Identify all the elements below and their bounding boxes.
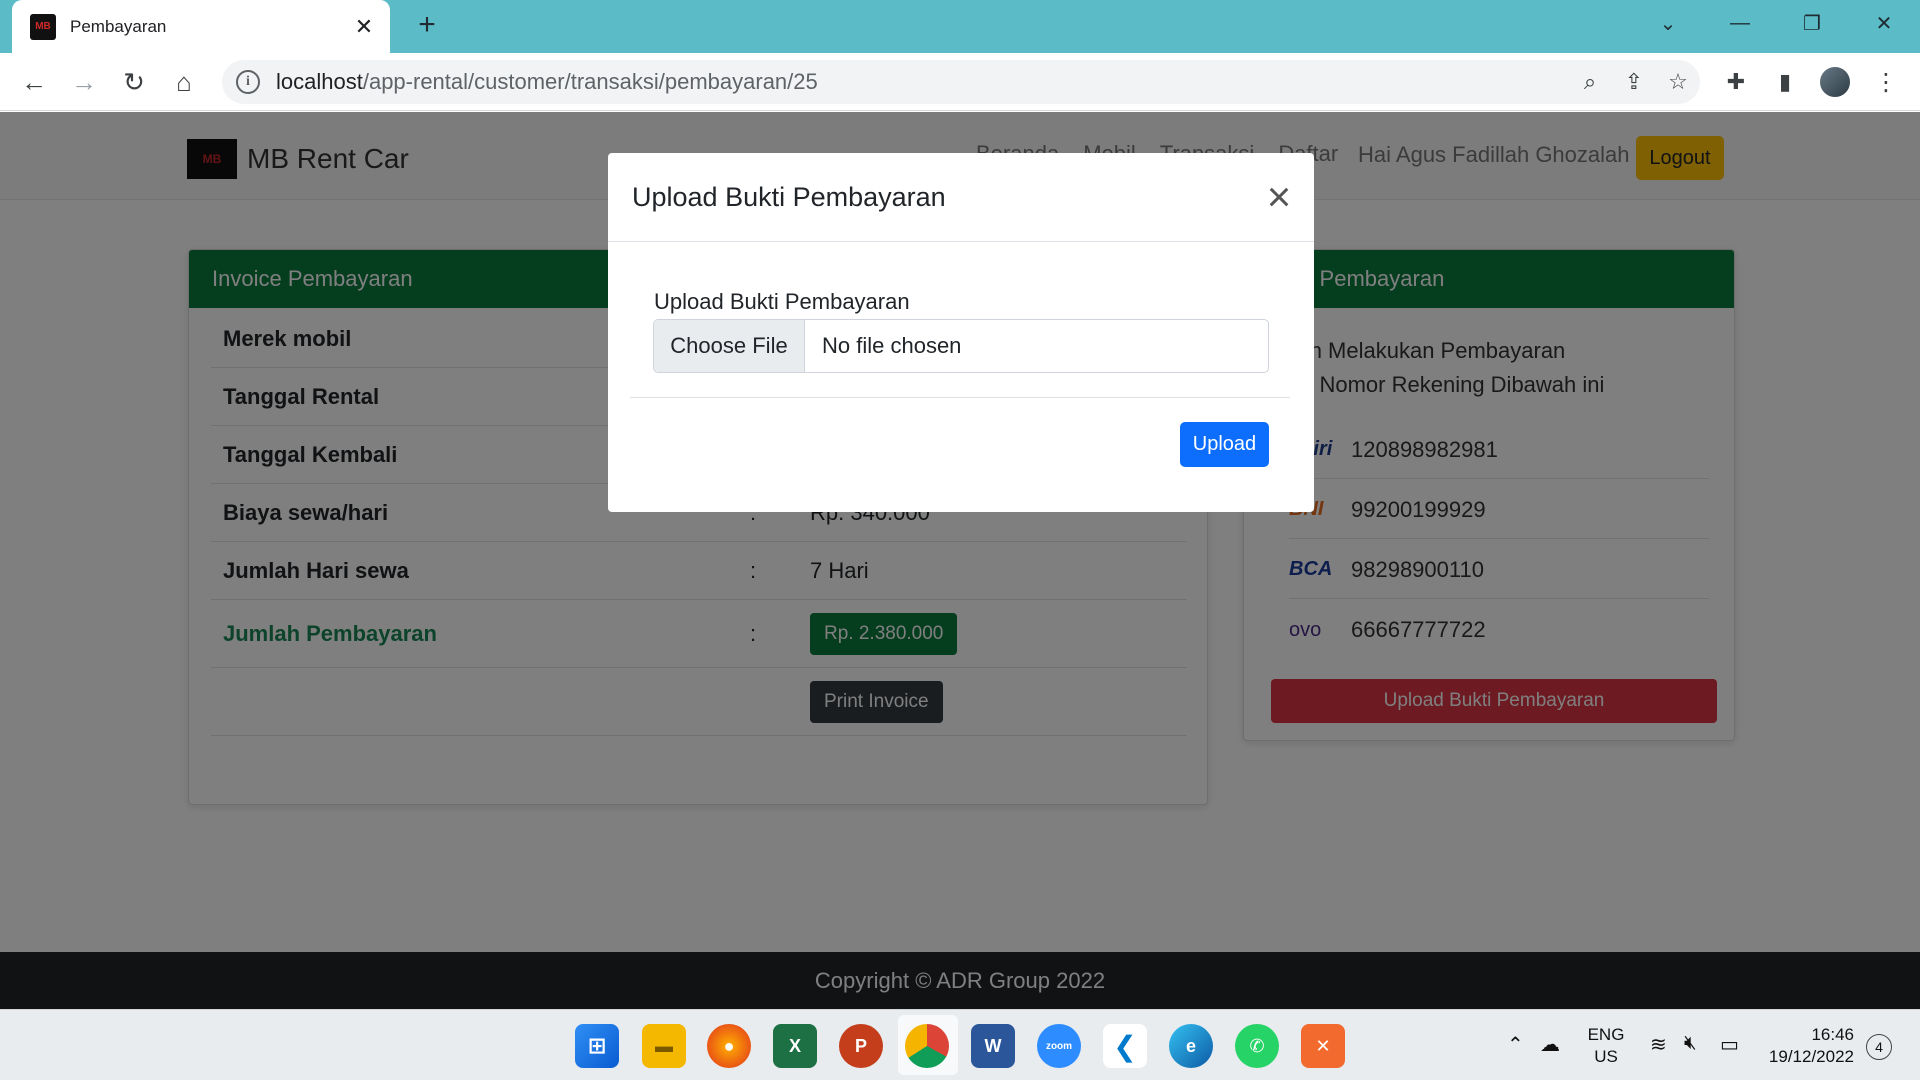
bookmark-star-icon[interactable]: ☆ xyxy=(1656,60,1700,104)
home-icon[interactable]: ⌂ xyxy=(166,64,202,100)
url-path: /app-rental/customer/transaksi/pembayara… xyxy=(362,69,818,94)
upload-modal: Upload Bukti Pembayaran × Upload Bukti P… xyxy=(608,153,1314,512)
onedrive-icon[interactable]: ☁ xyxy=(1540,1032,1560,1057)
word-icon[interactable]: W xyxy=(971,1024,1015,1068)
xampp-icon[interactable]: ✕ xyxy=(1301,1024,1345,1068)
tray-overflow-icon[interactable]: ⌃ xyxy=(1507,1032,1524,1057)
share-icon[interactable]: ⇪ xyxy=(1612,60,1656,104)
tab-favicon: MB xyxy=(30,13,56,40)
modal-divider xyxy=(630,397,1290,398)
notification-badge[interactable]: 4 xyxy=(1866,1034,1892,1060)
file-status: No file chosen xyxy=(822,333,962,358)
modal-header: Upload Bukti Pembayaran × xyxy=(608,153,1314,242)
chrome-icon[interactable] xyxy=(905,1024,949,1068)
firefox-icon[interactable]: ● xyxy=(707,1024,751,1068)
os-taskbar: ⊞ ▬ ● X P W zoom ❮ e ✆ ✕ ⌃ ☁ ENG US ≋ 🔇︎… xyxy=(0,1009,1920,1080)
tab-search-icon[interactable]: ⌄ xyxy=(1640,0,1696,46)
site-info-icon[interactable]: i xyxy=(236,70,260,94)
profile-avatar[interactable] xyxy=(1818,65,1852,99)
zoom-app-icon[interactable]: zoom xyxy=(1037,1024,1081,1068)
minimize-icon[interactable]: — xyxy=(1712,0,1768,46)
menu-kebab-icon[interactable]: ⋮ xyxy=(1868,64,1904,100)
back-icon[interactable]: ← xyxy=(16,64,52,100)
modal-close-icon[interactable]: × xyxy=(1244,153,1314,242)
file-explorer-icon[interactable]: ▬ xyxy=(642,1024,686,1068)
restore-icon[interactable]: ❐ xyxy=(1784,0,1840,46)
window-close-icon[interactable]: ✕ xyxy=(1856,0,1912,46)
web-page: MB MB Rent Car Beranda Mobil Transaksi D… xyxy=(0,112,1920,1009)
clock-date: 19/12/2022 xyxy=(1768,1047,1854,1066)
start-icon[interactable]: ⊞ xyxy=(575,1024,619,1068)
side-panel-icon[interactable]: ▮ xyxy=(1767,64,1803,100)
whatsapp-icon[interactable]: ✆ xyxy=(1235,1024,1279,1068)
file-input[interactable]: Choose File No file chosen xyxy=(653,319,1269,373)
zoom-icon[interactable]: ⌕ xyxy=(1568,60,1612,104)
url-text[interactable]: localhost/app-rental/customer/transaksi/… xyxy=(276,69,1568,95)
vscode-icon[interactable]: ❮ xyxy=(1103,1024,1147,1068)
edge-icon[interactable]: e xyxy=(1169,1024,1213,1068)
excel-icon[interactable]: X xyxy=(773,1024,817,1068)
modal-title: Upload Bukti Pembayaran xyxy=(632,181,946,212)
tab-close-icon[interactable]: ✕ xyxy=(352,14,376,40)
file-field-label: Upload Bukti Pembayaran xyxy=(654,289,910,314)
powerpoint-icon[interactable]: P xyxy=(839,1024,883,1068)
browser-tabstrip: MB Pembayaran ✕ + ⌄ — ❐ ✕ xyxy=(0,0,1920,53)
reload-icon[interactable]: ↻ xyxy=(116,64,152,100)
address-bar[interactable]: i localhost/app-rental/customer/transaks… xyxy=(222,60,1700,104)
browser-tab[interactable]: MB Pembayaran ✕ xyxy=(12,0,390,53)
input-language[interactable]: ENG US xyxy=(1586,1024,1626,1068)
browser-toolbar: ← → ↻ ⌂ i localhost/app-rental/customer/… xyxy=(0,53,1920,111)
volume-muted-icon[interactable]: 🔇︎ xyxy=(1684,1032,1697,1055)
tab-title: Pembayaran xyxy=(70,16,167,36)
region-code: US xyxy=(1594,1047,1618,1066)
upload-submit-button[interactable]: Upload xyxy=(1180,422,1269,467)
clock[interactable]: 16:46 19/12/2022 xyxy=(1760,1024,1854,1068)
battery-icon[interactable]: ▭ xyxy=(1720,1032,1739,1057)
clock-time: 16:46 xyxy=(1811,1025,1854,1044)
choose-file-button[interactable]: Choose File xyxy=(654,320,805,372)
wifi-icon[interactable]: ≋ xyxy=(1650,1032,1667,1057)
url-host: localhost xyxy=(276,69,363,94)
lang-code: ENG xyxy=(1587,1025,1625,1044)
forward-icon[interactable]: → xyxy=(66,64,102,100)
extensions-icon[interactable]: ✚ xyxy=(1718,64,1754,100)
new-tab-icon[interactable]: + xyxy=(410,8,444,42)
